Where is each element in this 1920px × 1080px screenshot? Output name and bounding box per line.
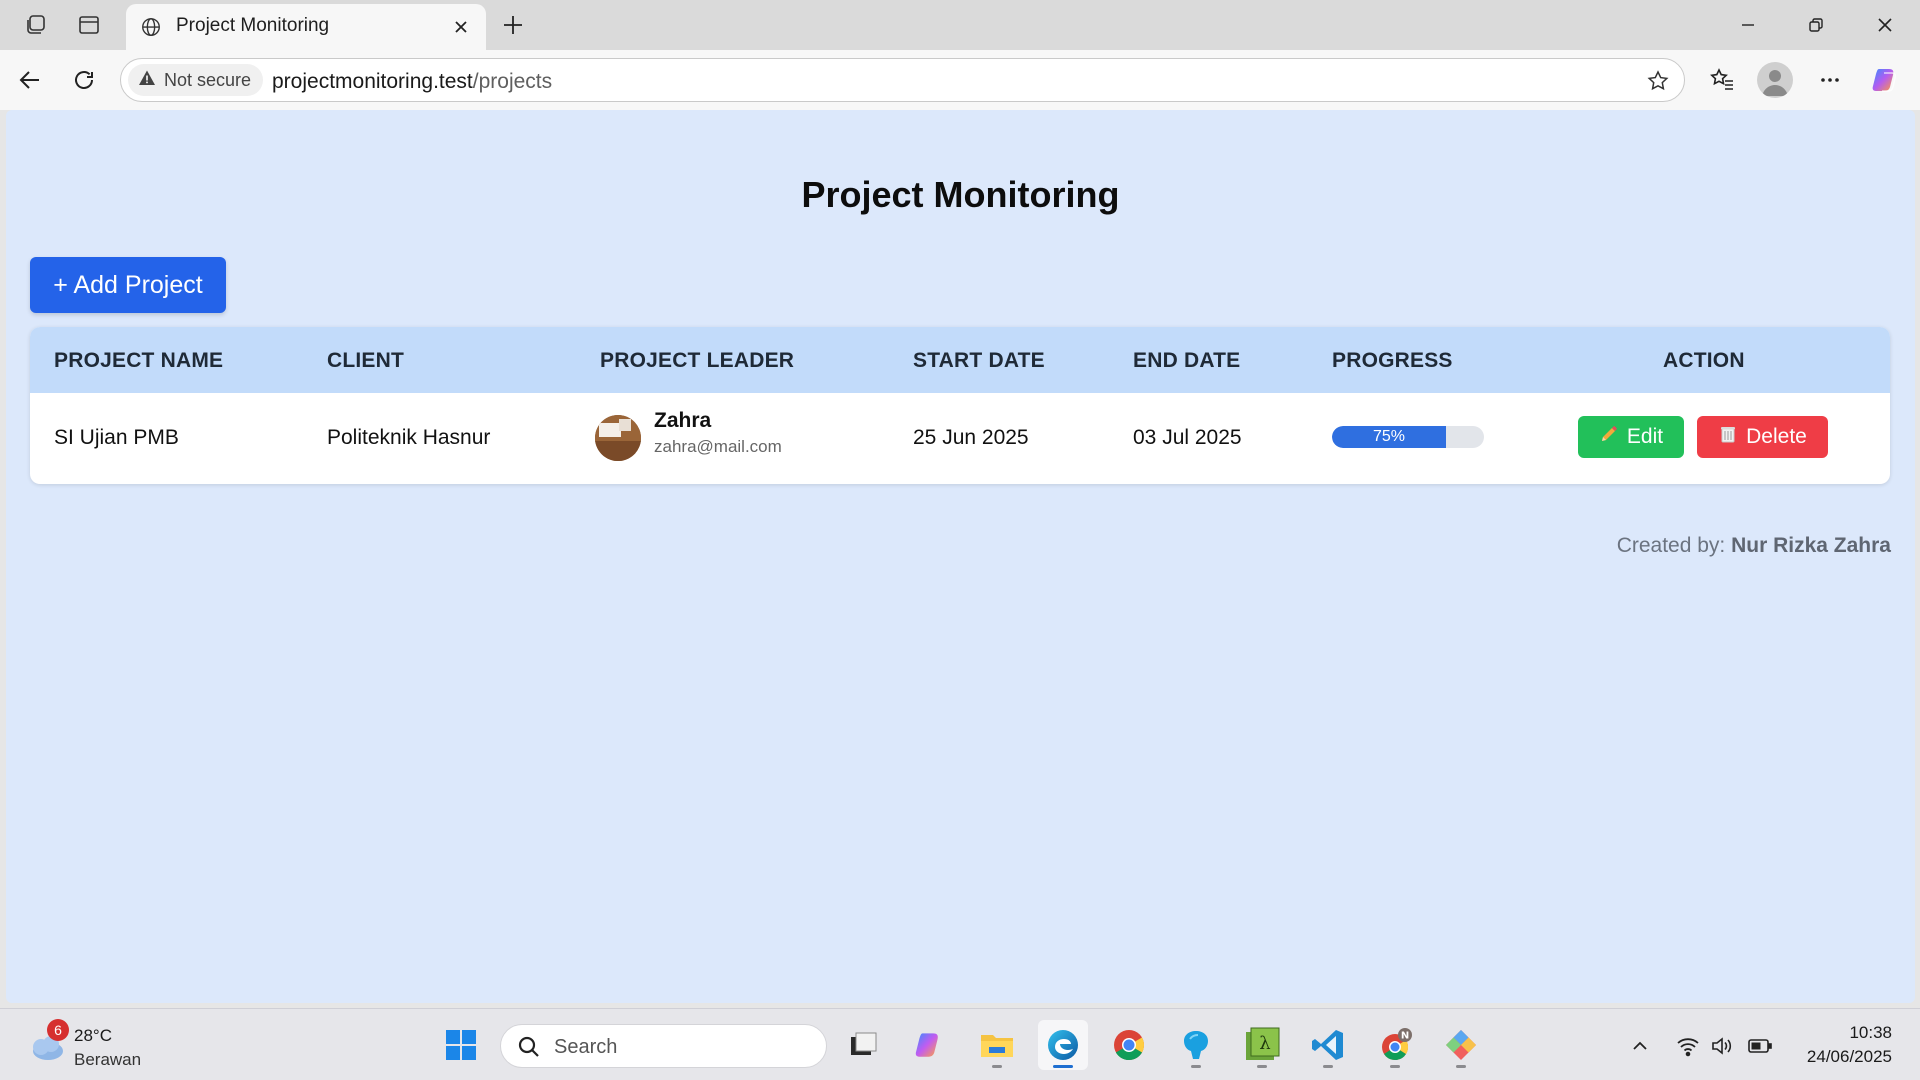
weather-widget[interactable]: 6 28°C Berawan — [26, 1019, 156, 1071]
tab-title: Project Monitoring — [176, 15, 330, 36]
leader-name: Zahra — [654, 409, 712, 432]
pencil-icon — [1599, 424, 1619, 450]
delete-label: Delete — [1746, 425, 1807, 448]
minimize-icon[interactable] — [1721, 6, 1775, 44]
table-header: PROJECT NAME CLIENT PROJECT LEADER START… — [30, 327, 1890, 393]
page-title: Project Monitoring — [801, 174, 1120, 215]
lambda-app-icon[interactable]: λ — [1237, 1020, 1287, 1070]
system-clock[interactable]: 10:38 24/06/2025 — [1807, 1021, 1892, 1069]
search-icon — [517, 1035, 541, 1064]
weather-description: Berawan — [74, 1050, 142, 1069]
header-project-name: PROJECT NAME — [54, 349, 224, 372]
vertical-tabs-icon[interactable] — [74, 10, 104, 40]
copilot-icon[interactable] — [1868, 62, 1904, 98]
workspaces-icon[interactable] — [21, 10, 51, 40]
url-host: projectmonitoring.test — [272, 70, 473, 93]
trash-icon — [1718, 424, 1738, 450]
search-placeholder: Search — [554, 1036, 618, 1058]
cell-end-date: 03 Jul 2025 — [1133, 426, 1242, 449]
header-start-date: START DATE — [913, 349, 1045, 372]
gem-app-icon[interactable] — [1436, 1020, 1486, 1070]
copilot-app-icon[interactable] — [905, 1020, 955, 1070]
security-indicator[interactable]: Not secure — [128, 64, 264, 96]
running-indicator — [1257, 1065, 1267, 1068]
header-client: CLIENT — [327, 349, 405, 372]
close-window-icon[interactable] — [1858, 6, 1912, 44]
add-project-button[interactable]: + Add Project — [30, 257, 226, 313]
taskbar-search[interactable]: Search — [500, 1024, 827, 1068]
cell-project-name: SI Ujian PMB — [54, 426, 179, 449]
footer-prefix: Created by: — [1616, 534, 1726, 557]
cell-client: Politeknik Hasnur — [327, 426, 491, 449]
delete-button[interactable]: Delete — [1697, 416, 1828, 458]
warning-icon — [138, 69, 156, 92]
more-options-icon[interactable] — [1812, 62, 1848, 98]
header-action: ACTION — [1663, 349, 1745, 372]
vscode-icon[interactable] — [1303, 1020, 1353, 1070]
url-text[interactable]: projectmonitoring.test/projects — [272, 70, 552, 94]
file-explorer-icon[interactable] — [972, 1020, 1022, 1070]
progress-fill: 75% — [1332, 426, 1446, 448]
battery-icon[interactable] — [1746, 1032, 1774, 1060]
teams-app-icon[interactable] — [1171, 1020, 1221, 1070]
edge-browser-icon[interactable] — [1038, 1020, 1088, 1070]
browser-toolbar: Not secure projectmonitoring.test/projec… — [0, 50, 1920, 110]
leader-email: zahra@mail.com — [654, 437, 782, 456]
cell-start-date: 25 Jun 2025 — [913, 426, 1029, 449]
restore-icon[interactable] — [1789, 6, 1843, 44]
windows-taskbar: 6 28°C Berawan Search λ N 10:38 24/06/20… — [0, 1008, 1920, 1080]
profile-avatar[interactable] — [1757, 62, 1793, 98]
address-bar[interactable]: Not secure projectmonitoring.test/projec… — [120, 58, 1685, 102]
svg-text:N: N — [1401, 1031, 1409, 1042]
weather-temperature: 28°C — [74, 1026, 112, 1045]
running-indicator — [992, 1065, 1002, 1068]
running-indicator — [1323, 1065, 1333, 1068]
footer-author: Nur Rizka Zahra — [1731, 534, 1891, 557]
active-indicator — [1053, 1065, 1073, 1068]
running-indicator — [1456, 1065, 1466, 1068]
chrome-profile-icon[interactable]: N — [1370, 1020, 1420, 1070]
task-view-icon[interactable] — [838, 1020, 888, 1070]
active-tab[interactable]: Project Monitoring — [126, 4, 486, 50]
chrome-icon[interactable] — [1104, 1020, 1154, 1070]
new-tab-icon[interactable] — [497, 9, 529, 41]
running-indicator — [1390, 1065, 1400, 1068]
url-path: /projects — [472, 70, 553, 93]
header-progress: PROGRESS — [1332, 349, 1453, 372]
running-indicator — [1191, 1065, 1201, 1068]
back-arrow-icon[interactable] — [12, 62, 48, 98]
favorites-icon[interactable] — [1704, 62, 1740, 98]
volume-icon[interactable] — [1708, 1032, 1736, 1060]
leader-avatar — [595, 415, 641, 461]
favorite-star-icon[interactable] — [1642, 65, 1674, 97]
refresh-icon[interactable] — [66, 62, 102, 98]
page-viewport: Project Monitoring + Add Project PROJECT… — [6, 110, 1915, 1003]
header-project-leader: PROJECT LEADER — [600, 349, 795, 372]
footer-credit: Created by: Nur Rizka Zahra — [1617, 534, 1891, 558]
start-windows-icon[interactable] — [436, 1020, 486, 1070]
chevron-up-icon[interactable] — [1626, 1032, 1654, 1060]
clock-date: 24/06/2025 — [1806, 1047, 1892, 1066]
progress-bar: 75% — [1332, 426, 1484, 448]
notification-badge: 6 — [47, 1019, 69, 1041]
wifi-icon[interactable] — [1674, 1032, 1702, 1060]
header-end-date: END DATE — [1133, 349, 1241, 372]
globe-icon — [138, 14, 164, 40]
projects-table: PROJECT NAME CLIENT PROJECT LEADER START… — [30, 327, 1890, 484]
browser-tab-strip: Project Monitoring — [0, 0, 1920, 50]
edit-label: Edit — [1626, 425, 1664, 448]
svg-text:λ: λ — [1259, 1033, 1270, 1054]
not-secure-label: Not secure — [164, 69, 252, 90]
close-tab-icon[interactable] — [446, 12, 476, 42]
clock-time: 10:38 — [1849, 1023, 1892, 1042]
edit-button[interactable]: Edit — [1578, 416, 1684, 458]
